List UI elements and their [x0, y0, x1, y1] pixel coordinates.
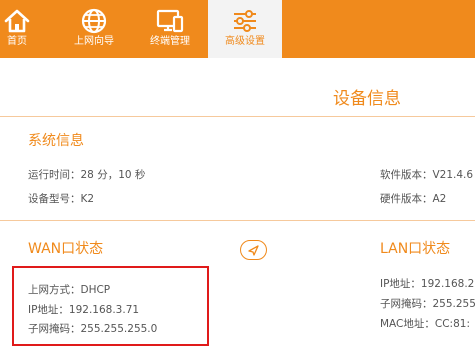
hardware-version-text: 硬件版本：A2 — [380, 193, 447, 205]
uptime-text: 运行时间：28 分，10 秒 — [28, 169, 146, 181]
home-icon — [4, 9, 30, 33]
nav-advanced-settings-label: 高级设置 — [225, 36, 265, 47]
top-navigation-bar: 首页 上网向导 终端管理 高级设置 — [0, 0, 475, 58]
nav-setup-wizard[interactable]: 上网向导 — [60, 0, 128, 58]
lan-mac-text: MAC地址：CC:81: — [380, 318, 470, 330]
divider — [0, 220, 475, 221]
send-icon — [248, 245, 259, 256]
wan-status-title: WAN口状态 — [28, 241, 104, 257]
page-title: 设备信息 — [333, 89, 401, 109]
nav-setup-wizard-label: 上网向导 — [74, 36, 114, 47]
nav-advanced-settings[interactable]: 高级设置 — [208, 0, 282, 58]
devices-icon — [156, 9, 184, 33]
wan-subnet-text: 子网掩码：255.255.255.0 — [28, 323, 158, 335]
device-model-text: 设备型号：K2 — [28, 193, 95, 205]
divider — [0, 116, 475, 117]
nav-device-management-label: 终端管理 — [150, 36, 190, 47]
wan-connection-type-text: 上网方式：DHCP — [28, 284, 111, 296]
sliders-icon — [234, 10, 256, 32]
system-info-title: 系统信息 — [28, 133, 84, 149]
lan-status-title: LAN口状态 — [380, 241, 451, 257]
nav-home-label: 首页 — [7, 36, 27, 47]
nav-home[interactable]: 首页 — [0, 0, 34, 58]
software-version-text: 软件版本：V21.4.6 — [380, 169, 474, 181]
globe-icon — [81, 8, 107, 34]
lan-ip-text: IP地址：192.168.2 — [380, 278, 475, 290]
lan-subnet-text: 子网掩码：255.255 — [380, 298, 475, 310]
nav-device-management[interactable]: 终端管理 — [136, 0, 204, 58]
send-button[interactable] — [240, 240, 267, 260]
wan-ip-text: IP地址：192.168.3.71 — [28, 304, 140, 316]
